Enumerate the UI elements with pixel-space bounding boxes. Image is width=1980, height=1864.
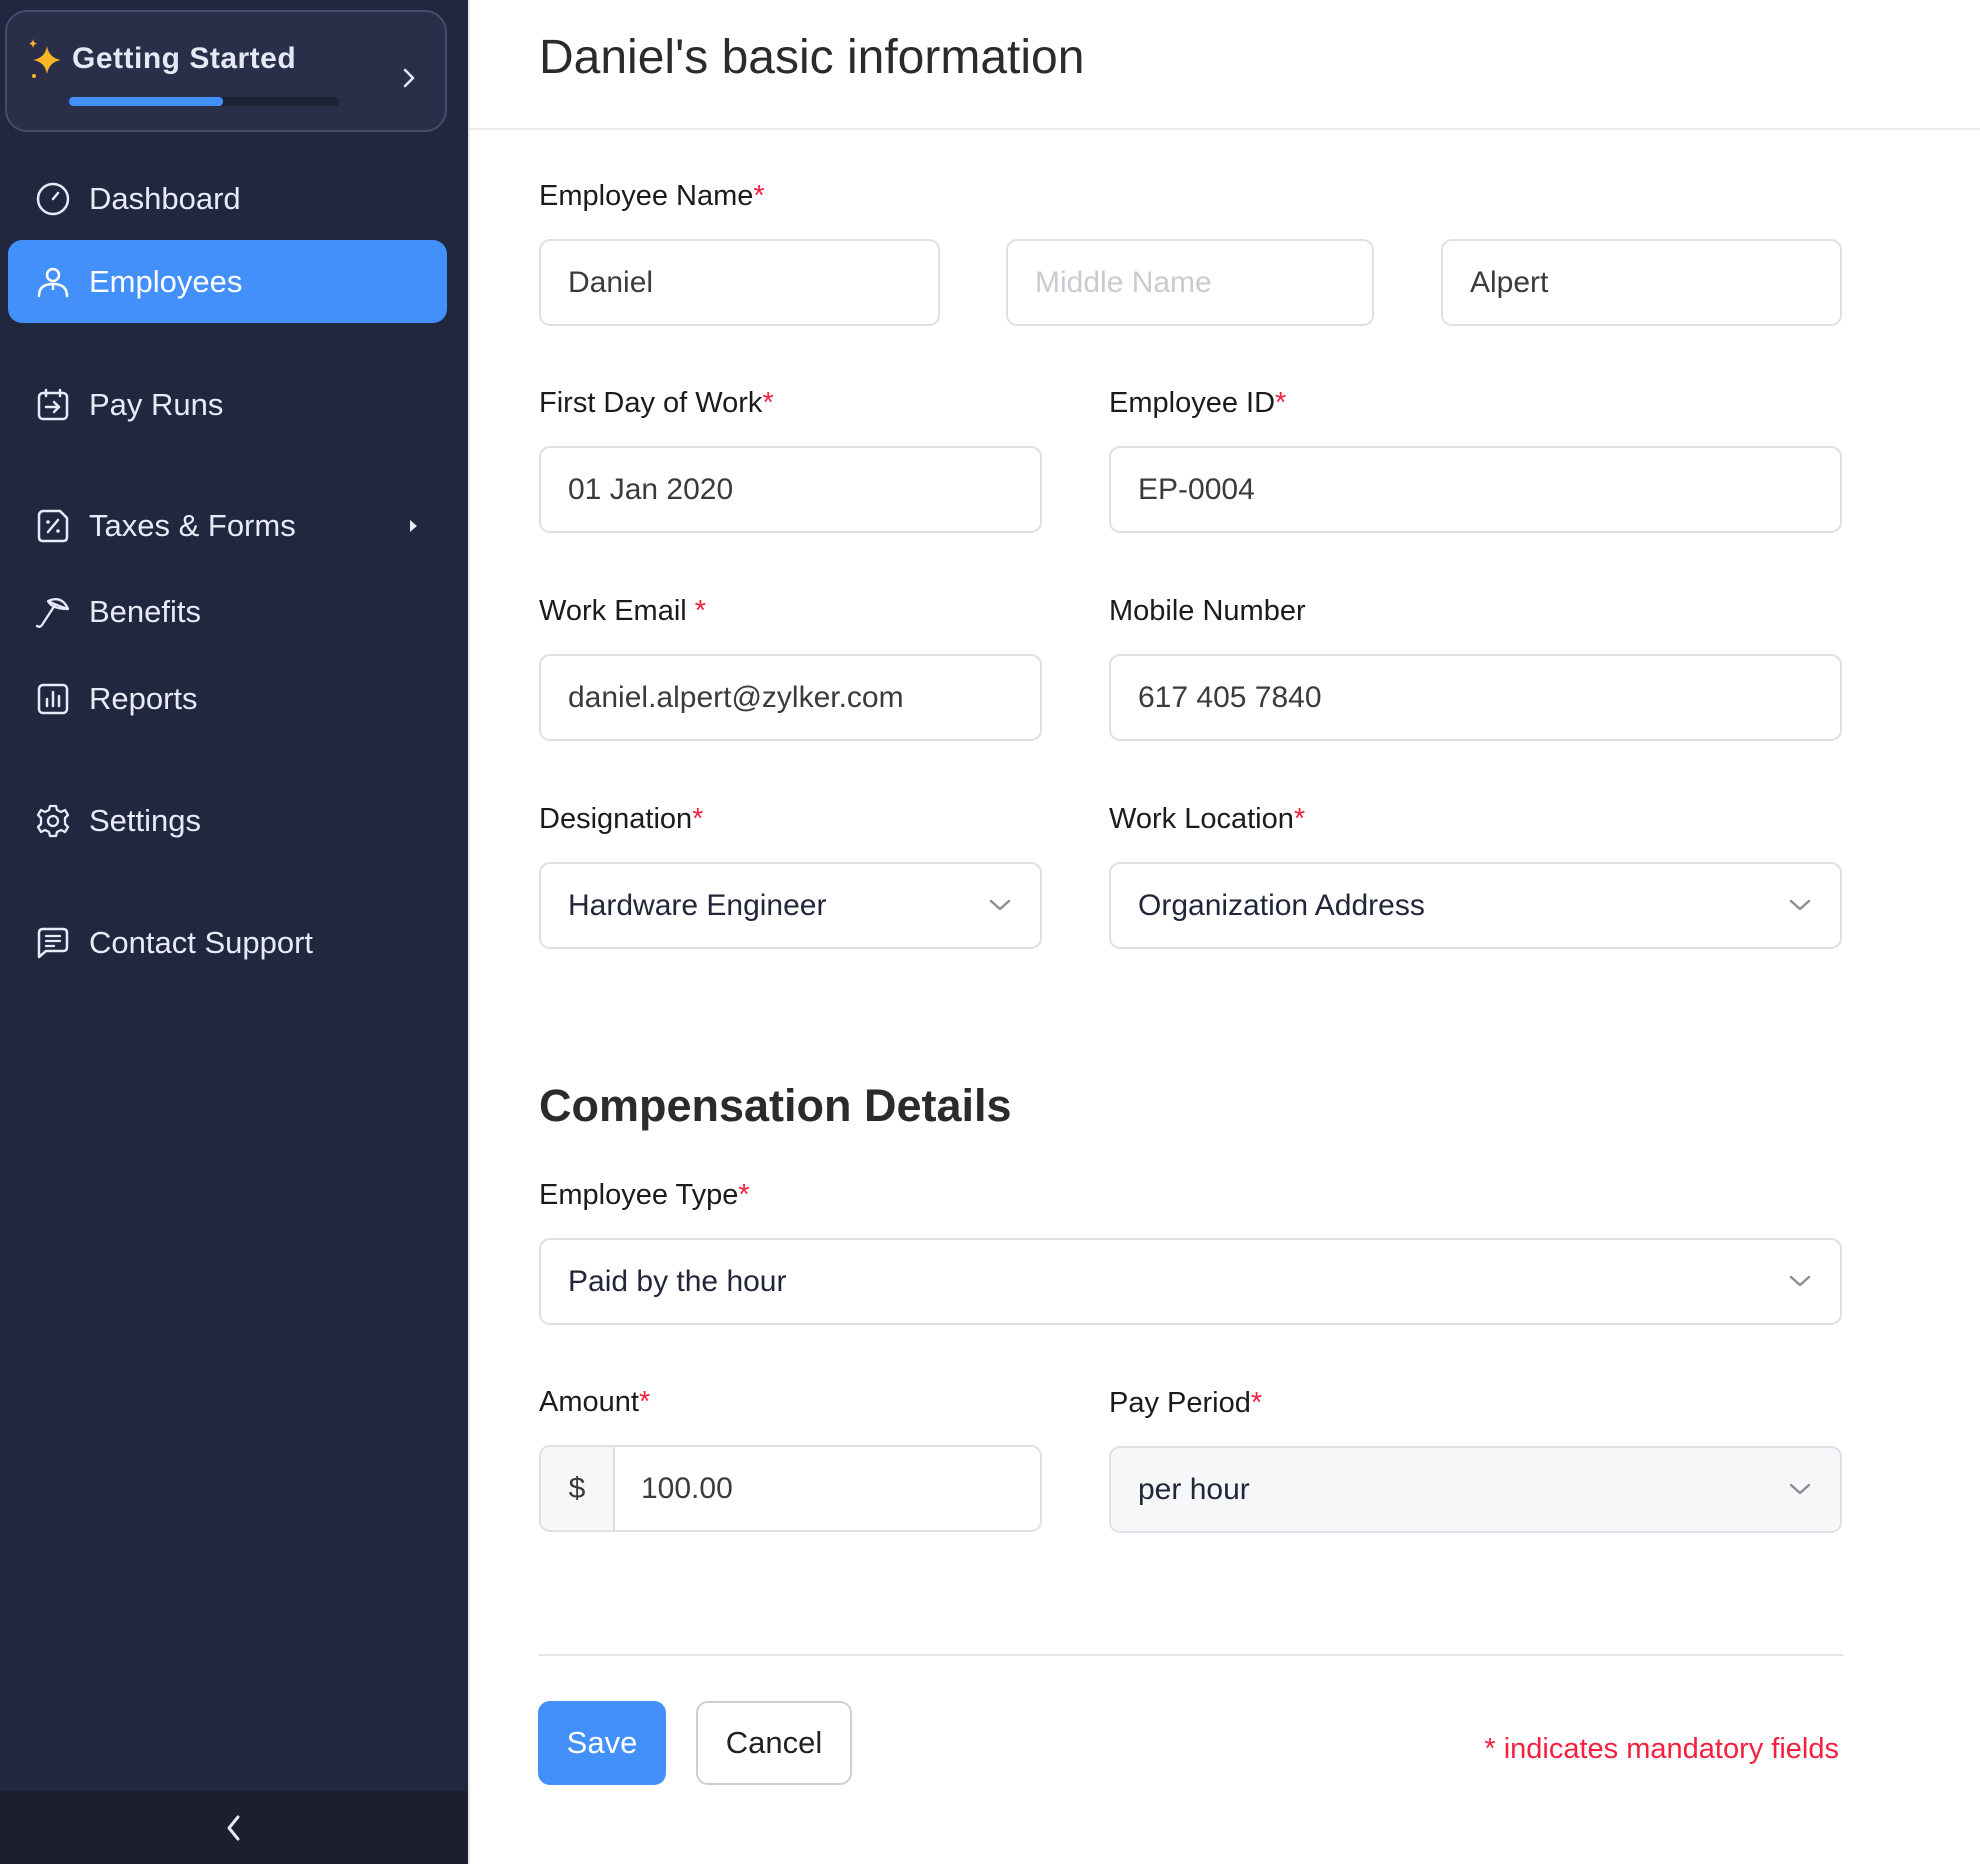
save-button[interactable]: Save [538, 1701, 666, 1785]
sidebar-item-employees[interactable]: Employees [8, 240, 447, 323]
sidebar-item-label: Taxes & Forms [89, 507, 296, 543]
getting-started-card[interactable]: Getting Started [5, 10, 447, 132]
sidebar-item-benefits[interactable]: Benefits [8, 570, 447, 653]
required-mark: * [1250, 1387, 1263, 1419]
label-text: Mobile Number [1109, 595, 1306, 627]
first-name-input[interactable]: Daniel [539, 239, 940, 326]
designation-value: Hardware Engineer [568, 888, 827, 922]
sidebar-item-label: Pay Runs [89, 386, 224, 422]
mobile-number-label: Mobile Number [1109, 595, 1306, 628]
label-text: Employee ID [1109, 387, 1276, 419]
percent-document-icon [37, 509, 69, 542]
sidebar-item-label: Employees [89, 263, 243, 299]
sidebar-collapse-button[interactable] [0, 1791, 468, 1864]
work-location-value: Organization Address [1138, 888, 1425, 922]
middle-name-input[interactable]: Middle Name [1006, 239, 1374, 326]
label-text: Amount [539, 1386, 639, 1418]
header-divider [470, 128, 1980, 130]
last-name-input[interactable]: Alpert [1441, 239, 1842, 326]
sidebar-item-label: Settings [89, 802, 202, 838]
sidebar-item-taxes-forms[interactable]: Taxes & Forms [8, 484, 447, 567]
gear-icon [36, 804, 70, 837]
work-email-label: Work Email * [539, 595, 706, 628]
person-icon [37, 267, 69, 297]
first-day-label: First Day of Work* [539, 387, 774, 420]
required-mark: * [753, 180, 765, 212]
getting-started-progress-fill [69, 97, 223, 106]
employee-name-label: Employee Name* [539, 180, 765, 213]
amount-input[interactable]: 100.00 [615, 1447, 1040, 1530]
required-mark: * [694, 595, 707, 627]
bar-chart-icon [37, 683, 69, 714]
required-mark: * [1293, 803, 1306, 835]
sidebar-item-contact-support[interactable]: Contact Support [8, 901, 447, 984]
label-text: Work Location [1109, 803, 1294, 835]
sidebar-item-dashboard[interactable]: Dashboard [8, 157, 447, 240]
employee-id-input[interactable]: EP-0004 [1109, 446, 1842, 533]
employee-type-value: Paid by the hour [568, 1264, 787, 1298]
main-content: Daniel's basic information Employee Name… [468, 0, 1980, 1864]
label-text: First Day of Work [539, 387, 763, 419]
getting-started-title: Getting Started [72, 42, 297, 75]
chevron-down-icon [989, 899, 1011, 911]
sidebar-item-label: Contact Support [89, 924, 314, 960]
getting-started-progress [69, 97, 339, 106]
currency-prefix: $ [541, 1447, 615, 1530]
cancel-button[interactable]: Cancel [696, 1701, 852, 1785]
required-mark: * [692, 803, 704, 835]
label-text: Employee Name [539, 180, 754, 212]
required-mark: * [738, 1179, 750, 1211]
work-location-select[interactable]: Organization Address [1109, 862, 1842, 949]
chat-icon [37, 927, 69, 958]
first-day-date-input[interactable]: 01 Jan 2020 [539, 446, 1042, 533]
sidebar-item-reports[interactable]: Reports [8, 657, 447, 740]
label-text: Pay Period [1109, 1387, 1251, 1419]
page-title: Daniel's basic information [539, 31, 1085, 84]
label-text: Employee Type [539, 1179, 739, 1211]
label-text: Work Email [539, 595, 687, 627]
label-text: Designation [539, 803, 693, 835]
employee-type-label: Employee Type* [539, 1179, 750, 1212]
footer-divider [539, 1654, 1843, 1656]
sidebar: Getting Started Dashboard Employees Pay … [0, 0, 468, 1864]
dashboard-gauge-icon [36, 182, 70, 215]
mobile-number-input[interactable]: 617 405 7840 [1109, 654, 1842, 741]
caret-right-icon [410, 519, 417, 532]
sidebar-item-label: Reports [89, 680, 198, 716]
pay-period-label: Pay Period* [1109, 1387, 1262, 1420]
sparkle-icon [29, 39, 61, 78]
work-location-label: Work Location* [1109, 803, 1305, 836]
designation-label: Designation* [539, 803, 703, 836]
compensation-section-title: Compensation Details [539, 1080, 1012, 1131]
mandatory-fields-note: * indicates mandatory fields [1484, 1733, 1839, 1765]
employee-type-select[interactable]: Paid by the hour [539, 1238, 1842, 1325]
sidebar-item-label: Benefits [89, 593, 202, 629]
pay-period-value: per hour [1138, 1472, 1250, 1506]
work-email-input[interactable]: daniel.alpert@zylker.com [539, 654, 1042, 741]
chevron-right-icon[interactable] [399, 64, 419, 92]
sidebar-item-label: Dashboard [89, 180, 241, 216]
chevron-down-icon [1789, 899, 1811, 911]
chevron-down-icon [1789, 1483, 1811, 1495]
required-mark: * [1275, 387, 1287, 419]
chevron-left-icon [227, 1815, 240, 1840]
amount-label: Amount* [539, 1386, 650, 1419]
pay-period-select[interactable]: per hour [1109, 1446, 1842, 1533]
sidebar-item-settings[interactable]: Settings [8, 779, 447, 862]
umbrella-icon [35, 597, 70, 628]
designation-select[interactable]: Hardware Engineer [539, 862, 1042, 949]
amount-input-group: $ 100.00 [539, 1445, 1042, 1532]
chevron-down-icon [1789, 1275, 1811, 1287]
required-mark: * [638, 1386, 651, 1418]
employee-id-label: Employee ID* [1109, 387, 1286, 420]
required-mark: * [762, 387, 774, 419]
sidebar-item-pay-runs[interactable]: Pay Runs [8, 363, 447, 446]
calendar-arrow-icon [37, 388, 69, 420]
